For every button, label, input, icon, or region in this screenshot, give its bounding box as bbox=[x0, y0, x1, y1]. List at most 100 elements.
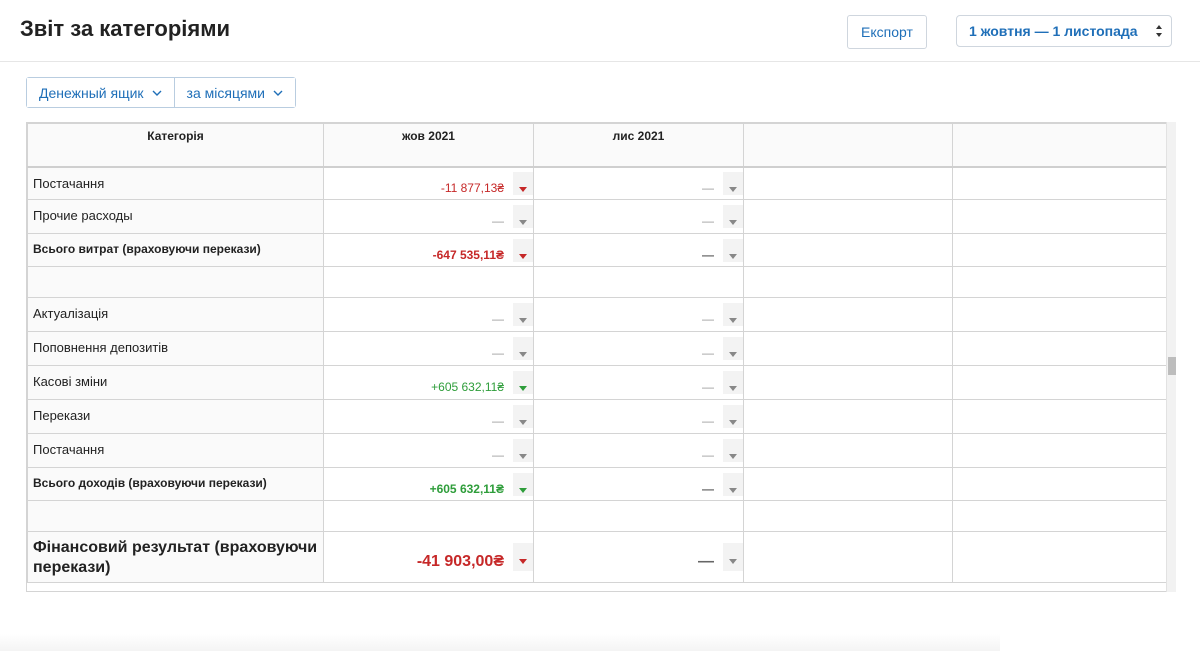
value-text: — bbox=[534, 473, 723, 496]
caret-down-icon bbox=[519, 386, 527, 391]
table-row: Поповнення депозитів—— bbox=[28, 332, 1168, 366]
account-filter-label: Денежный ящик bbox=[39, 85, 144, 101]
date-range-label: 1 жовтня — 1 листопада bbox=[969, 23, 1138, 39]
scrollbar-thumb[interactable] bbox=[1168, 357, 1176, 375]
export-button[interactable]: Експорт bbox=[847, 15, 927, 49]
caret-down-icon bbox=[729, 187, 737, 192]
value-cell-inner: — bbox=[534, 239, 743, 262]
empty-cell bbox=[953, 366, 1168, 400]
empty-cell bbox=[324, 501, 534, 532]
row-category-label: Фінансовий результат (враховуючи переказ… bbox=[28, 532, 324, 583]
cell-dropdown-button[interactable] bbox=[513, 205, 533, 228]
page-header: Звіт за категоріями Експорт 1 жовтня — 1… bbox=[0, 0, 1200, 62]
value-text: +605 632,11₴ bbox=[324, 371, 513, 394]
value-cell: — bbox=[324, 434, 534, 468]
empty-cell bbox=[744, 332, 953, 366]
value-cell-inner: — bbox=[324, 205, 533, 228]
report-table-container: Категорія жов 2021 лис 2021 Постачання-1… bbox=[26, 122, 1175, 592]
table-scrollbar[interactable] bbox=[1166, 122, 1176, 592]
row-category-label: Касові зміни bbox=[28, 366, 324, 400]
table-row bbox=[28, 267, 1168, 298]
column-header-empty-2 bbox=[953, 124, 1168, 167]
cell-dropdown-button[interactable] bbox=[513, 439, 533, 462]
cell-dropdown-button[interactable] bbox=[723, 239, 743, 262]
cell-dropdown-button[interactable] bbox=[723, 543, 743, 571]
cell-dropdown-button[interactable] bbox=[513, 405, 533, 428]
caret-down-icon bbox=[729, 454, 737, 459]
value-cell: -41 903,00₴ bbox=[324, 532, 534, 583]
value-cell: — bbox=[534, 434, 744, 468]
page-title: Звіт за категоріями bbox=[20, 16, 230, 42]
row-category-label: Постачання bbox=[28, 167, 324, 200]
value-text: — bbox=[324, 337, 513, 360]
value-cell: — bbox=[534, 366, 744, 400]
cell-dropdown-button[interactable] bbox=[513, 303, 533, 326]
cell-dropdown-button[interactable] bbox=[723, 473, 743, 496]
cell-dropdown-button[interactable] bbox=[513, 239, 533, 262]
cell-dropdown-button[interactable] bbox=[723, 337, 743, 360]
cell-dropdown-button[interactable] bbox=[513, 371, 533, 394]
value-text: — bbox=[534, 439, 723, 462]
value-cell: +605 632,11₴ bbox=[324, 366, 534, 400]
value-text: -11 877,13₴ bbox=[324, 172, 513, 195]
cell-dropdown-button[interactable] bbox=[723, 371, 743, 394]
table-row: Фінансовий результат (враховуючи переказ… bbox=[28, 532, 1168, 583]
empty-cell bbox=[953, 234, 1168, 267]
caret-down-icon bbox=[519, 254, 527, 259]
value-text: — bbox=[534, 371, 723, 394]
value-text: — bbox=[534, 543, 723, 571]
grouping-filter-label: за місяцями bbox=[187, 85, 265, 101]
empty-cell bbox=[953, 501, 1168, 532]
table-row: Всього доходів (враховуючи перекази)+605… bbox=[28, 468, 1168, 501]
value-text: — bbox=[534, 303, 723, 326]
row-category-label: Постачання bbox=[28, 434, 324, 468]
empty-cell bbox=[953, 434, 1168, 468]
cell-dropdown-button[interactable] bbox=[723, 205, 743, 228]
category-report-table: Категорія жов 2021 лис 2021 Постачання-1… bbox=[27, 123, 1168, 583]
cell-dropdown-button[interactable] bbox=[513, 337, 533, 360]
value-cell-inner: -11 877,13₴ bbox=[324, 172, 533, 195]
empty-cell bbox=[744, 501, 953, 532]
caret-down-icon bbox=[729, 420, 737, 425]
cell-dropdown-button[interactable] bbox=[723, 172, 743, 195]
caret-down-icon bbox=[729, 386, 737, 391]
value-cell-inner: — bbox=[324, 303, 533, 326]
cell-dropdown-button[interactable] bbox=[513, 172, 533, 195]
value-cell: — bbox=[534, 200, 744, 234]
value-text: — bbox=[324, 439, 513, 462]
empty-cell bbox=[324, 267, 534, 298]
value-cell: +605 632,11₴ bbox=[324, 468, 534, 501]
value-cell-inner: — bbox=[534, 371, 743, 394]
column-header-month-1: жов 2021 bbox=[324, 124, 534, 167]
caret-down-icon bbox=[519, 420, 527, 425]
caret-down-icon bbox=[519, 559, 527, 564]
caret-down-icon bbox=[729, 352, 737, 357]
caret-down-icon bbox=[519, 220, 527, 225]
value-cell: — bbox=[324, 200, 534, 234]
value-cell-inner: +605 632,11₴ bbox=[324, 473, 533, 496]
chevron-down-icon bbox=[273, 90, 283, 96]
row-category-label: Всього витрат (враховуючи перекази) bbox=[28, 234, 324, 267]
empty-cell bbox=[953, 167, 1168, 200]
value-cell-inner: — bbox=[534, 337, 743, 360]
cell-dropdown-button[interactable] bbox=[513, 473, 533, 496]
empty-cell bbox=[953, 400, 1168, 434]
caret-down-icon bbox=[519, 187, 527, 192]
cell-dropdown-button[interactable] bbox=[723, 439, 743, 462]
grouping-filter-button[interactable]: за місяцями bbox=[174, 78, 295, 107]
account-filter-button[interactable]: Денежный ящик bbox=[27, 78, 174, 107]
updown-arrows-icon bbox=[1155, 24, 1163, 38]
caret-down-icon bbox=[519, 352, 527, 357]
empty-cell bbox=[953, 532, 1168, 583]
empty-cell bbox=[953, 332, 1168, 366]
cell-dropdown-button[interactable] bbox=[723, 303, 743, 326]
value-cell-inner: — bbox=[534, 405, 743, 428]
cell-dropdown-button[interactable] bbox=[513, 543, 533, 571]
date-range-select[interactable]: 1 жовтня — 1 листопада bbox=[956, 15, 1172, 47]
caret-down-icon bbox=[729, 220, 737, 225]
value-cell-inner: — bbox=[324, 337, 533, 360]
cell-dropdown-button[interactable] bbox=[723, 405, 743, 428]
column-header-month-2: лис 2021 bbox=[534, 124, 744, 167]
value-cell: -647 535,11₴ bbox=[324, 234, 534, 267]
value-cell-inner: — bbox=[534, 205, 743, 228]
